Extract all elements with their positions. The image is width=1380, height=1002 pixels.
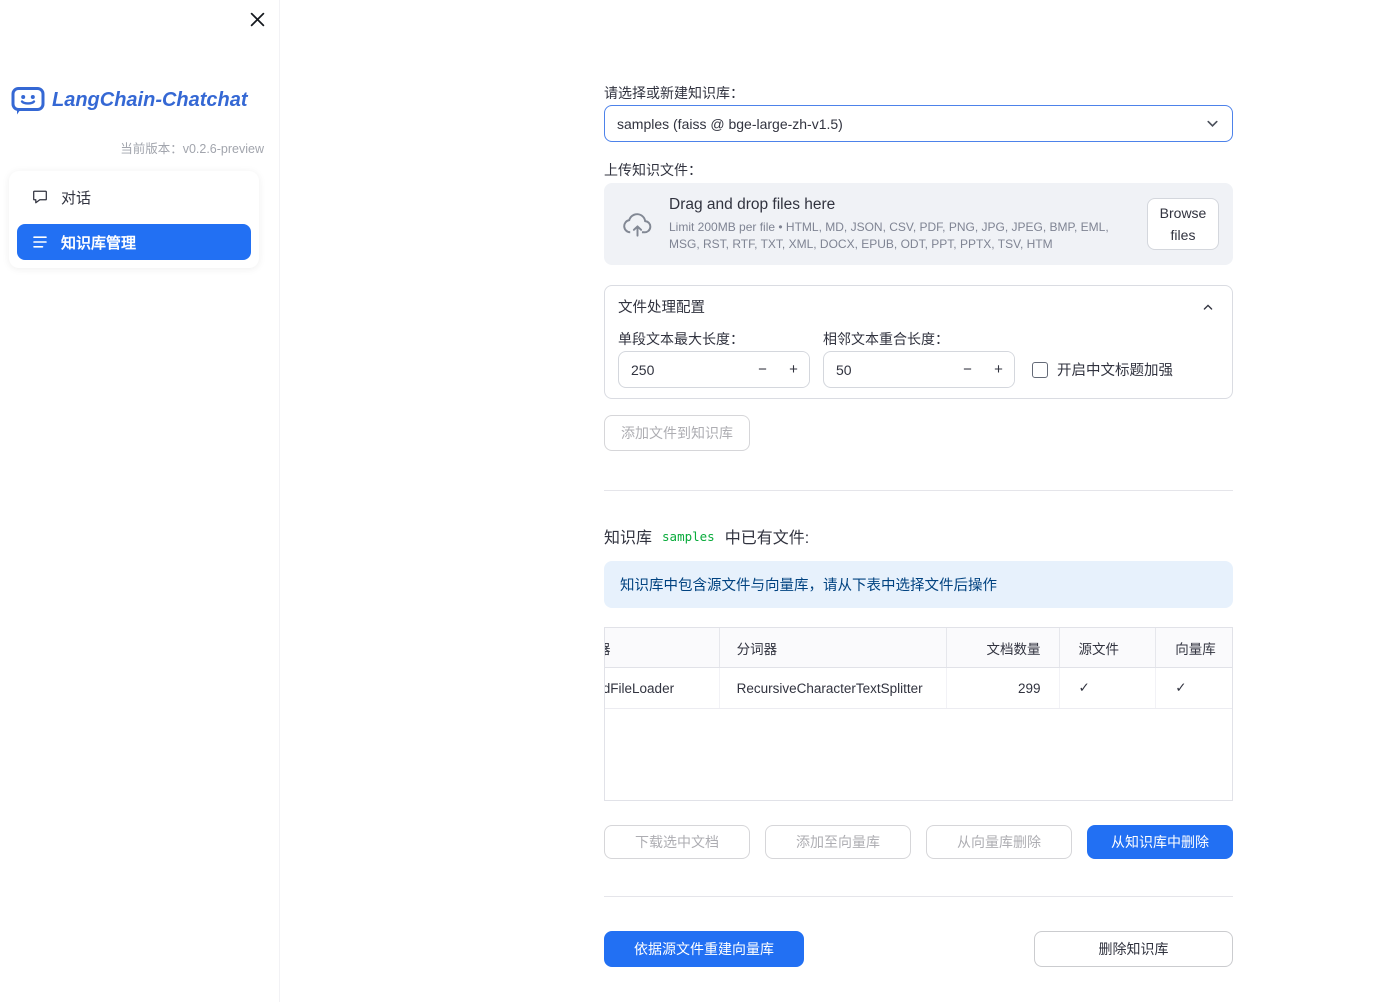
overlap-input: − + [823,351,1015,388]
kb-select[interactable]: samples (faiss @ bge-large-zh-v1.5) [604,105,1233,142]
files-table: 文档加载器 分词器 文档数量 源文件 向量库 UnstructuredFileL… [604,627,1233,801]
check-icon: ✓ [1078,680,1090,695]
app-logo-text: LangChain-Chatchat [52,89,248,111]
add-files-button[interactable]: 添加文件到知识库 [604,415,750,451]
list-icon [32,235,48,249]
chevron-down-icon [1203,114,1222,133]
max-length-input: − + [618,351,810,388]
dropzone-text: Drag and drop files here Limit 200MB per… [669,196,1147,252]
kb-files-prefix: 知识库 [604,530,653,547]
chinese-title-checkbox-label: 开启中文标题加强 [1057,363,1173,379]
dropzone-title: Drag and drop files here [669,195,836,213]
sidebar-item-label: 知识库管理 [61,234,137,252]
browse-files-button[interactable]: Browse files [1147,197,1219,251]
cell-doc-count: 299 [947,668,1061,708]
main-content: 请选择或新建知识库： samples (faiss @ bge-large-zh… [604,0,1233,1002]
version-value: v0.2.6-preview [182,142,264,156]
version-text: 当前版本：v0.2.6-preview [120,138,264,157]
max-length-increment-button[interactable]: + [778,352,809,387]
delete-from-kb-button[interactable]: 从知识库中删除 [1087,825,1233,859]
kb-name-code: samples [662,528,715,544]
chevron-up-icon [1200,299,1216,315]
upload-cloud-icon [621,211,654,238]
app-logo: LangChain-Chatchat [11,85,248,116]
chinese-title-checkbox[interactable]: 开启中文标题加强 [1032,359,1173,380]
cell-vector-store-check: ✓ [1156,668,1232,708]
delete-kb-button[interactable]: 删除知识库 [1034,931,1233,967]
max-length-label: 单段文本最大长度： [618,331,744,347]
overlap-label: 相邻文本重合长度： [823,331,949,347]
close-icon [250,12,265,27]
table-row[interactable]: UnstructuredFileLoader RecursiveCharacte… [605,668,1232,709]
sidebar-item-dialogue[interactable]: 对话 [17,179,251,215]
info-alert-text: 知识库中包含源文件与向量库，请从下表中选择文件后操作 [620,578,997,594]
column-header-doc-count[interactable]: 文档数量 [947,628,1061,667]
sidebar-item-label: 对话 [61,189,92,207]
overlap-decrement-button[interactable]: − [952,352,983,387]
kb-select-label: 请选择或新建知识库： [604,85,744,101]
overlap-value[interactable] [824,352,952,387]
file-dropzone[interactable]: Drag and drop files here Limit 200MB per… [604,183,1233,265]
column-header-source-file[interactable]: 源文件 [1060,628,1157,667]
table-header: 文档加载器 分词器 文档数量 源文件 向量库 [605,628,1232,668]
chat-bubble-icon [32,189,48,205]
cell-source-file-check: ✓ [1060,668,1157,708]
expander-header[interactable]: 文件处理配置 [605,286,1232,317]
column-header-loader[interactable]: 文档加载器 [605,628,720,667]
add-to-vector-store-button[interactable]: 添加至向量库 [765,825,911,859]
sidebar: LangChain-Chatchat 当前版本：v0.2.6-preview 对… [0,0,280,1002]
close-sidebar-button[interactable] [243,5,271,33]
column-header-splitter[interactable]: 分词器 [720,628,947,667]
check-icon: ✓ [1175,680,1187,695]
download-selected-button[interactable]: 下载选中文档 [604,825,750,859]
checkbox-box [1032,361,1048,378]
delete-from-vector-store-button[interactable]: 从向量库删除 [926,825,1072,859]
info-alert: 知识库中包含源文件与向量库，请从下表中选择文件后操作 [604,561,1233,608]
max-length-value[interactable] [619,352,747,387]
dropzone-limits: Limit 200MB per file • HTML, MD, JSON, C… [669,219,1109,251]
file-action-buttons: 下载选中文档 添加至向量库 从向量库删除 从知识库中删除 [604,825,1233,859]
rebuild-vector-store-button[interactable]: 依据源文件重建向量库 [604,931,804,967]
overlap-increment-button[interactable]: + [983,352,1014,387]
cell-splitter: RecursiveCharacterTextSplitter [720,668,947,708]
file-config-expander: 文件处理配置 单段文本最大长度： 相邻文本重合长度： − + − + 开启中文标… [604,285,1233,399]
cell-loader: UnstructuredFileLoader [605,668,720,708]
column-header-vector-store[interactable]: 向量库 [1156,628,1232,667]
version-label: 当前版本： [120,142,183,156]
upload-label: 上传知识文件： [604,162,702,178]
expander-title: 文件处理配置 [618,300,705,316]
kb-files-suffix: 中已有文件: [724,530,810,547]
divider [604,490,1233,491]
divider [604,896,1233,897]
chat-logo-icon [11,85,45,116]
max-length-decrement-button[interactable]: − [747,352,778,387]
sidebar-item-knowledge-base[interactable]: 知识库管理 [17,224,251,260]
sidebar-menu: 对话 知识库管理 [9,171,259,268]
kb-select-value: samples (faiss @ bge-large-zh-v1.5) [617,115,843,132]
kb-files-heading: 知识库 samples 中已有文件: [604,524,809,548]
